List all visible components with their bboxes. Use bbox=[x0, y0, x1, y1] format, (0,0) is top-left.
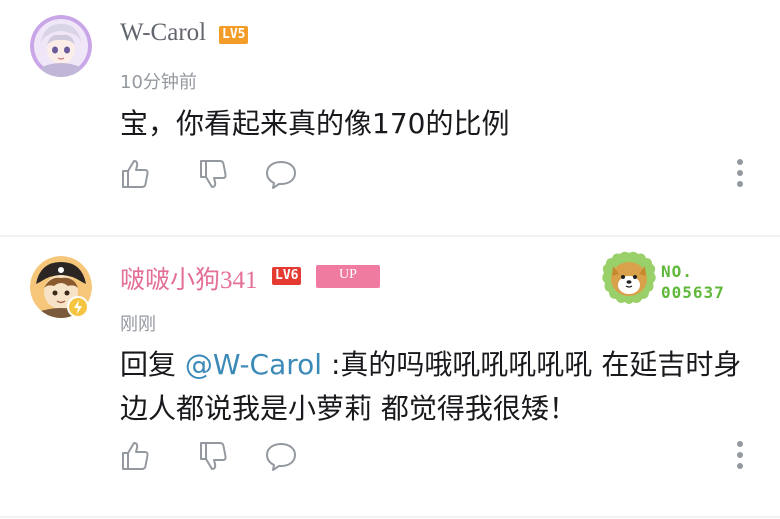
comment-text: 宝，你看起来真的像170的比例 bbox=[120, 107, 510, 140]
comment-bubble-icon[interactable] bbox=[264, 439, 298, 473]
timestamp: 10分钟前 bbox=[120, 72, 197, 93]
comment-item: W-Carol LV5 10分钟前 宝，你看起来真的像170的比例 bbox=[0, 0, 780, 236]
badge-number-label: NO. bbox=[661, 262, 693, 281]
verified-icon bbox=[67, 296, 89, 318]
comment-item: 啵啵小狗341 LV6 UP NO. 005637 刚刚 回复 @W-Carol… bbox=[0, 238, 780, 519]
thumbs-down-icon[interactable] bbox=[196, 439, 230, 473]
avatar[interactable] bbox=[30, 15, 92, 77]
badge-number: 005637 bbox=[661, 283, 725, 302]
comment-bubble-icon[interactable] bbox=[264, 157, 298, 191]
level-badge: LV5 bbox=[219, 26, 249, 44]
mention-link[interactable]: @W-Carol bbox=[185, 348, 322, 381]
up-tag: UP bbox=[316, 265, 380, 288]
divider bbox=[0, 516, 780, 518]
thumbs-up-icon[interactable] bbox=[118, 157, 152, 191]
reply-prefix: 回复 bbox=[120, 348, 185, 381]
thumbs-down-icon[interactable] bbox=[196, 157, 230, 191]
level-badge: LV6 bbox=[272, 267, 302, 285]
username[interactable]: W-Carol bbox=[120, 19, 206, 47]
comment-text: 回复 @W-Carol :真的吗哦吼吼吼吼吼 在延吉时身边人都说我是小萝莉 都觉… bbox=[120, 343, 750, 431]
username[interactable]: 啵啵小狗341 bbox=[120, 260, 258, 296]
divider bbox=[0, 235, 780, 237]
more-vertical-icon[interactable] bbox=[736, 440, 744, 470]
more-vertical-icon[interactable] bbox=[736, 158, 744, 188]
dog-icon bbox=[602, 251, 656, 304]
thumbs-up-icon[interactable] bbox=[118, 439, 152, 473]
timestamp: 刚刚 bbox=[120, 314, 156, 335]
fan-badge: NO. 005637 bbox=[600, 250, 750, 306]
